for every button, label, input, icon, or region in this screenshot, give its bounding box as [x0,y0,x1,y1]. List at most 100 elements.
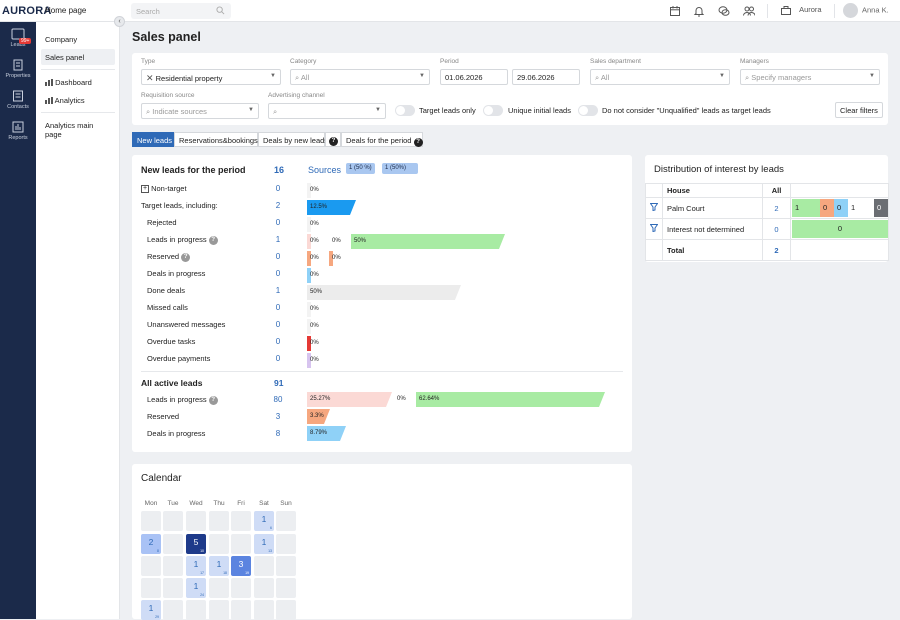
active-funnel-bar[interactable]: 8.79% [307,426,346,441]
calendar-day-cell[interactable]: 28 [141,534,161,554]
calendar-day-cell[interactable]: 1 24 [186,578,206,598]
all-cell[interactable]: 0 [762,218,791,240]
calendar-day-cell[interactable] [276,511,296,531]
nav-item-analytics-main-page[interactable]: Analytics main page [41,117,115,139]
leads-row-value[interactable]: 1 [268,235,288,244]
calendar-day-cell[interactable] [276,600,296,620]
leads-row-value[interactable]: 1 [268,286,288,295]
calendar-day-cell[interactable]: 1 13 [254,534,274,554]
segments-cell[interactable]: 0 [790,218,889,240]
nav-item-analytics[interactable]: Analytics [41,92,115,108]
calendar-day-cell[interactable]: 1 17 [186,556,206,576]
tab-new-leads[interactable]: New leads [132,132,174,147]
close-icon[interactable]: ✕ [146,73,154,83]
tab-deals-by-new-leads[interactable]: Deals by new leads [258,132,328,147]
funnel-bar[interactable]: 0% [329,234,349,249]
sales-department-select[interactable]: ⌕ All ▼ [590,69,730,85]
leads-row-value[interactable]: 0 [268,252,288,261]
users-icon[interactable] [743,5,755,17]
funnel-bar[interactable]: 0% [307,234,327,249]
exclude-unqualified-toggle[interactable] [578,105,598,116]
advertising-channel-select[interactable]: ⌕ ▼ [268,103,386,119]
calendar-day-cell[interactable] [209,578,229,598]
leads-row-value[interactable]: 0 [268,337,288,346]
funnel-bar[interactable]: 12.5% [307,200,356,215]
funnel-bar[interactable]: 0% [307,251,327,266]
source-badge[interactable]: 1 (50%) [382,163,418,174]
managers-select[interactable]: ⌕ Specify managers ▼ [740,69,880,85]
calendar-day-cell[interactable] [163,578,183,598]
calendar-day-cell[interactable] [141,556,161,576]
search-input[interactable]: Search [131,3,231,19]
home-page-link[interactable]: Home page [45,6,86,15]
calendar-day-cell[interactable]: 3 19 [231,556,251,576]
sources-link[interactable]: Sources [308,165,341,175]
category-select[interactable]: ⌕ All ▼ [290,69,430,85]
tab-deals-for-the-period[interactable]: Deals for the period ? [341,132,423,147]
period-to-input[interactable]: 29.06.2026 [512,69,580,85]
active-row-value[interactable]: 3 [268,412,288,421]
leads-row-value[interactable]: 0 [268,320,288,329]
calendar-day-cell[interactable] [231,511,251,531]
calendar-day-cell[interactable] [254,578,274,598]
calendar-day-cell[interactable] [141,578,161,598]
active-funnel-bar[interactable]: 62.64% [416,392,605,407]
help-button[interactable]: ? [325,132,341,147]
calendar-day-cell[interactable] [231,578,251,598]
calendar-day-cell[interactable] [209,600,229,620]
calendar-day-cell[interactable] [254,556,274,576]
funnel-bar[interactable]: 50% [351,234,505,249]
type-select[interactable]: ✕ Residential property ▼ [141,69,281,85]
leads-row-label[interactable]: + Non-target [141,184,187,194]
funnel-bar[interactable]: 0% [307,217,327,232]
segments-cell[interactable]: 10010 [790,197,889,219]
calendar-day-cell[interactable] [276,578,296,598]
nav-item-company[interactable]: Company [41,31,115,47]
active-funnel-bar[interactable]: 25.27% [307,392,392,407]
calendar-day-cell[interactable] [231,534,251,554]
leads-row-value[interactable]: 0 [268,218,288,227]
calendar-day-cell[interactable] [276,534,296,554]
calendar-day-cell[interactable]: 16 [254,511,274,531]
funnel-bar[interactable]: 0% [307,183,327,198]
leads-row-value[interactable]: 2 [268,201,288,210]
funnel-bar[interactable]: 0% [307,336,327,351]
question-icon[interactable]: ? [208,395,218,405]
calendar-day-cell[interactable] [254,600,274,620]
funnel-bar[interactable]: 0% [307,268,327,283]
company-switcher[interactable]: Aurora [781,5,822,15]
leads-row-value[interactable]: 0 [268,269,288,278]
leads-row-value[interactable]: 0 [268,354,288,363]
calendar-day-cell[interactable] [163,534,183,554]
active-funnel-bar[interactable]: 0% [394,392,414,407]
calendar-day-cell[interactable] [209,511,229,531]
calendar-day-cell[interactable]: 1 18 [209,556,229,576]
target-leads-only-toggle[interactable] [395,105,415,116]
all-cell[interactable]: 2 [762,197,791,219]
calendar-icon[interactable] [669,5,681,17]
active-row-value[interactable]: 8 [268,429,288,438]
filter-cell[interactable] [645,197,663,219]
funnel-bar[interactable]: 50% [307,285,461,300]
calendar-day-cell[interactable] [276,556,296,576]
rail-item-properties[interactable]: Properties [0,59,36,79]
tab-reservations-bookings[interactable]: Reservations&bookings [174,132,258,147]
leads-row-value[interactable]: 0 [268,184,288,193]
filter-cell[interactable] [645,218,663,240]
calendar-day-cell[interactable] [163,511,183,531]
calendar-day-cell[interactable] [163,556,183,576]
leads-row-value[interactable]: 0 [268,303,288,312]
calendar-day-cell[interactable] [141,511,161,531]
period-from-input[interactable]: 01.06.2026 [440,69,508,85]
calendar-day-cell[interactable]: 5 10 [186,534,206,554]
plus-square-icon[interactable]: + [141,185,149,194]
nav-item-dashboard[interactable]: Dashboard [41,74,115,90]
requisition-source-select[interactable]: ⌕ Indicate sources ▼ [141,103,259,119]
unique-initial-leads-toggle[interactable] [483,105,503,116]
active-funnel-bar[interactable]: 3.3% [307,409,330,424]
calendar-day-cell[interactable] [186,511,206,531]
question-icon[interactable]: ? [181,252,191,262]
bell-icon[interactable] [693,5,705,17]
calendar-day-cell[interactable] [231,600,251,620]
rail-item-reports[interactable]: Reports [0,121,36,141]
